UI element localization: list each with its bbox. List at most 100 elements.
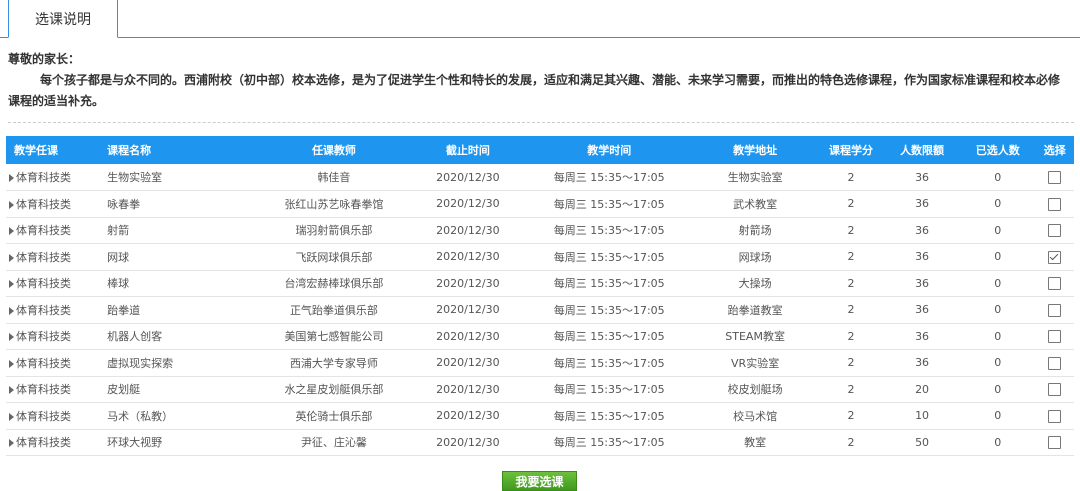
selected-count-cell: 0 [994, 276, 1002, 290]
expand-triangle-icon[interactable] [9, 306, 14, 315]
select-checkbox[interactable] [1048, 409, 1062, 423]
course-name-cell: 马术（私教） [107, 409, 174, 423]
limit-cell: 50 [915, 435, 930, 449]
header-course: 课程名称 [107, 144, 152, 157]
header-select: 选择 [1043, 144, 1066, 157]
table-row: 体育科技类 环球大视野 尹征、庄沁馨 2020/12/30 每周三 15:35～17:0… [6, 429, 1074, 456]
category-cell[interactable]: 体育科技类 [6, 217, 99, 244]
header-time: 教学时间 [587, 144, 632, 157]
selected-count-cell: 0 [994, 170, 1002, 184]
deadline-cell: 2020/12/30 [436, 197, 500, 211]
expand-triangle-icon[interactable] [9, 359, 14, 368]
teacher-cell: 瑞羽射箭俱乐部 [295, 224, 373, 238]
deadline-cell: 2020/12/30 [436, 435, 500, 449]
deadline-cell: 2020/12/30 [436, 303, 500, 317]
table-row: 体育科技类 咏春拳 张红山苏艺咏春拳馆 2020/12/30 每周三 15:35～17:… [6, 191, 1074, 218]
deadline-cell: 2020/12/30 [436, 409, 500, 423]
selected-count-cell: 0 [994, 250, 1002, 264]
select-checkbox[interactable] [1048, 303, 1062, 317]
credit-cell: 2 [847, 435, 855, 449]
expand-triangle-icon[interactable] [9, 333, 14, 342]
select-checkbox[interactable] [1048, 277, 1062, 290]
category-cell[interactable]: 体育科技类 [6, 350, 99, 377]
course-name-cell: 跆拳道 [107, 303, 141, 317]
selected-count-cell: 0 [994, 303, 1002, 317]
time-cell: 每周三 15:35～17:05 [553, 224, 665, 238]
location-cell: 校马术馆 [733, 409, 778, 423]
expand-triangle-icon[interactable] [9, 253, 14, 262]
limit-cell: 36 [915, 329, 930, 343]
category-cell[interactable]: 体育科技类 [6, 191, 99, 218]
select-checkbox[interactable] [1048, 197, 1062, 211]
expand-triangle-icon[interactable] [9, 200, 14, 209]
limit-cell: 36 [915, 356, 930, 370]
time-cell: 每周三 15:35～17:05 [553, 277, 665, 291]
time-cell: 每周三 15:35～17:05 [553, 409, 665, 423]
course-name-cell: 咏春拳 [107, 197, 141, 211]
location-cell: VR实验室 [731, 356, 780, 370]
credit-cell: 2 [847, 197, 855, 211]
deadline-cell: 2020/12/30 [436, 223, 500, 237]
category-text: 体育科技类 [16, 197, 71, 211]
selected-count-cell: 0 [994, 382, 1002, 396]
teacher-cell: 英伦骑士俱乐部 [295, 409, 373, 423]
select-cell [1036, 217, 1074, 244]
header-category: 教学任课 [14, 144, 58, 157]
tab-course-instructions[interactable]: 选课说明 [8, 0, 118, 38]
selected-count-cell: 0 [994, 197, 1002, 211]
limit-cell: 36 [915, 276, 930, 290]
category-cell[interactable]: 体育科技类 [6, 164, 99, 191]
table-row: 体育科技类 棒球 台湾宏赫棒球俱乐部 2020/12/30 每周三 15:35～17:0… [6, 270, 1074, 297]
select-cell [1036, 376, 1074, 403]
expand-triangle-icon[interactable] [9, 174, 14, 182]
select-checkbox[interactable] [1048, 436, 1062, 449]
category-text: 体育科技类 [16, 303, 71, 317]
category-text: 体育科技类 [16, 171, 71, 184]
category-cell[interactable]: 体育科技类 [6, 270, 99, 297]
select-checkbox[interactable] [1048, 330, 1062, 343]
category-cell[interactable]: 体育科技类 [6, 376, 99, 403]
selected-count-cell: 0 [994, 409, 1002, 423]
select-cell [1036, 244, 1074, 271]
submit-button[interactable]: 我要选课 [502, 471, 577, 491]
teacher-cell: 韩佳音 [317, 171, 351, 184]
category-cell[interactable]: 体育科技类 [6, 429, 99, 456]
header-credit: 课程学分 [829, 144, 874, 157]
select-checkbox[interactable] [1048, 170, 1062, 184]
greeting: 尊敬的家长： [8, 52, 81, 66]
time-cell: 每周三 15:35～17:05 [553, 197, 665, 211]
select-checkbox[interactable] [1048, 383, 1062, 396]
selected-count-cell: 0 [994, 223, 1002, 237]
category-cell[interactable]: 体育科技类 [6, 297, 99, 324]
expand-triangle-icon[interactable] [9, 280, 14, 289]
teacher-cell: 美国第七感智能公司 [284, 330, 384, 344]
expand-triangle-icon[interactable] [9, 386, 14, 395]
table-row: 体育科技类 网球 飞跃网球俱乐部 2020/12/30 每周三 15:35～17:05 网… [6, 244, 1074, 271]
course-name-cell: 虚拟现实探索 [107, 356, 174, 370]
select-checkbox[interactable] [1048, 356, 1062, 370]
deadline-cell: 2020/12/30 [436, 170, 500, 184]
intro-paragraph: 每个孩子都是与众不同的。西浦附校（初中部）校本选修，是为了促进学生个性和特长的发… [8, 73, 1061, 108]
select-checkbox[interactable] [1048, 224, 1062, 237]
location-cell: 武术教室 [733, 197, 778, 211]
select-cell [1036, 270, 1074, 297]
expand-triangle-icon[interactable] [9, 227, 14, 236]
location-cell: 射箭场 [738, 224, 772, 238]
category-cell[interactable]: 体育科技类 [6, 323, 99, 350]
category-text: 体育科技类 [16, 383, 71, 397]
category-cell[interactable]: 体育科技类 [6, 244, 99, 271]
limit-cell: 36 [915, 170, 930, 184]
credit-cell: 2 [847, 223, 855, 237]
credit-cell: 2 [847, 250, 855, 264]
category-cell[interactable]: 体育科技类 [6, 403, 99, 430]
deadline-cell: 2020/12/30 [436, 329, 500, 343]
expand-triangle-icon[interactable] [9, 439, 14, 448]
tab-bar: 选课说明 [0, 0, 1080, 38]
select-checkbox[interactable] [1048, 250, 1062, 264]
table-row: 体育科技类 跆拳道 正气跆拳道俱乐部 2020/12/30 每周三 15:35～17:0… [6, 297, 1074, 324]
category-text: 体育科技类 [16, 330, 71, 344]
table-row: 体育科技类 生物实验室 韩佳音 2020/12/30 每周三 15:35～17:05 生物… [6, 164, 1074, 191]
expand-triangle-icon[interactable] [9, 412, 14, 421]
deadline-cell: 2020/12/30 [436, 250, 500, 264]
location-cell: STEAM教室 [725, 330, 785, 344]
